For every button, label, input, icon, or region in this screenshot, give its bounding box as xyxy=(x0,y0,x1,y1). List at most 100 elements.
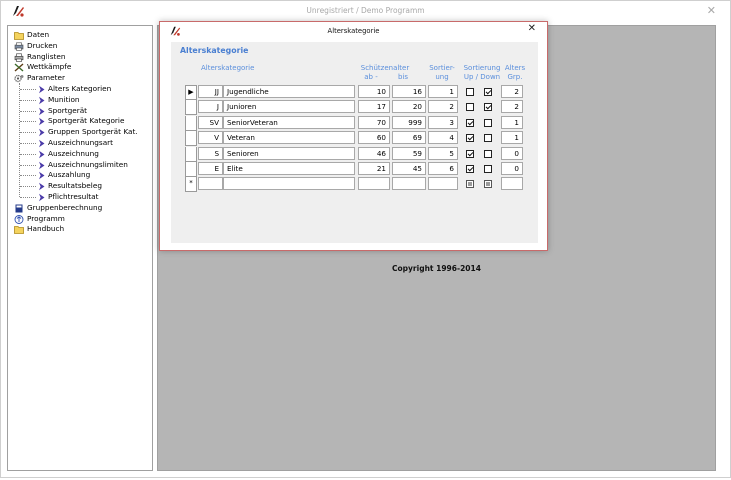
sort-down-checkbox[interactable] xyxy=(484,103,492,112)
name-field[interactable]: Elite xyxy=(223,162,355,175)
tree-item-auszeichnungslimiten[interactable]: Auszeichnungslimiten xyxy=(8,160,152,171)
age-to-field[interactable]: 59 xyxy=(392,146,426,160)
tree-item-label: Sportgerät Kategorie xyxy=(48,116,125,126)
age-group-field[interactable]: 1 xyxy=(501,131,523,145)
row-selector[interactable]: ▶ xyxy=(185,85,197,100)
tree-item-gruppenberechnung[interactable]: Gruppenberechnung xyxy=(8,203,152,214)
sort-order-field[interactable]: 6 xyxy=(428,162,458,175)
code-field[interactable]: S xyxy=(198,146,223,160)
age-from-field[interactable]: 10 xyxy=(358,85,390,98)
age-from-field[interactable]: 60 xyxy=(358,131,390,145)
age-group-field[interactable]: 2 xyxy=(501,85,523,98)
header-bis: bis xyxy=(397,73,409,81)
tree-item-resultatsbeleg[interactable]: Resultatsbeleg xyxy=(8,181,152,192)
name-field[interactable]: Junioren xyxy=(223,100,355,114)
age-to-field[interactable] xyxy=(392,177,426,191)
age-to-field[interactable]: 999 xyxy=(392,115,426,129)
name-field[interactable]: Jugendliche xyxy=(223,85,355,98)
row-selector[interactable] xyxy=(185,162,197,177)
tree-item-sportgerät-kategorie[interactable]: Sportgerät Kategorie xyxy=(8,116,152,127)
age-to-field[interactable]: 16 xyxy=(392,85,426,98)
code-field[interactable]: J xyxy=(198,100,223,114)
sort-order-field[interactable]: 4 xyxy=(428,131,458,145)
tree-item-daten[interactable]: Daten xyxy=(8,30,152,41)
header-sortierung-line2: ung xyxy=(435,73,449,81)
age-from-field[interactable]: 21 xyxy=(358,162,390,175)
folder-icon xyxy=(14,225,24,235)
code-field[interactable] xyxy=(198,177,223,191)
name-field[interactable]: Senioren xyxy=(223,146,355,160)
age-group-field[interactable]: 2 xyxy=(501,100,523,114)
tree-item-drucken[interactable]: Drucken xyxy=(8,41,152,52)
tree-connector xyxy=(20,196,36,198)
age-to-field[interactable]: 45 xyxy=(392,162,426,175)
sort-up-checkbox[interactable] xyxy=(466,180,474,189)
arrow-icon xyxy=(37,117,47,126)
sort-order-field[interactable]: 2 xyxy=(428,100,458,114)
tree-item-handbuch[interactable]: Handbuch xyxy=(8,224,152,235)
tree-item-gruppen-sportgerät-kat[interactable]: Gruppen Sportgerät Kat. xyxy=(8,127,152,138)
tree-item-alters-kategorien[interactable]: Alters Kategorien xyxy=(8,84,152,95)
sort-up-checkbox[interactable] xyxy=(466,88,474,96)
header-updown: Sortierung xyxy=(463,64,501,72)
tree-item-sportgerät[interactable]: Sportgerät xyxy=(8,106,152,117)
code-field[interactable]: JJ xyxy=(198,85,223,98)
code-field[interactable]: E xyxy=(198,162,223,175)
tree-connector xyxy=(20,110,36,112)
name-field[interactable]: Veteran xyxy=(223,131,355,145)
sort-down-checkbox[interactable] xyxy=(484,134,492,143)
sort-down-checkbox[interactable] xyxy=(484,149,492,158)
sort-down-checkbox[interactable] xyxy=(484,88,492,96)
age-group-field[interactable]: 0 xyxy=(501,146,523,160)
window-title: Unregistriert / Demo Programm xyxy=(306,6,425,15)
tree-item-auszeichnung[interactable]: Auszeichnung xyxy=(8,149,152,160)
row-selector[interactable] xyxy=(185,131,197,147)
sort-order-field[interactable]: 1 xyxy=(428,85,458,98)
name-field[interactable]: SeniorVeteran xyxy=(223,115,355,129)
age-group-field[interactable]: 1 xyxy=(501,115,523,129)
code-field[interactable]: V xyxy=(198,131,223,145)
sort-order-field[interactable]: 3 xyxy=(428,115,458,129)
sort-down-checkbox[interactable] xyxy=(484,165,492,173)
sort-up-checkbox[interactable] xyxy=(466,134,474,143)
age-from-field[interactable]: 46 xyxy=(358,146,390,160)
printer-icon xyxy=(14,53,24,62)
crossed-rifles-icon xyxy=(14,63,24,72)
tree-item-auszeichnungsart[interactable]: Auszeichnungsart xyxy=(8,138,152,149)
tree-item-programm[interactable]: Programm xyxy=(8,214,152,225)
sort-up-checkbox[interactable] xyxy=(466,118,474,127)
row-selector[interactable] xyxy=(185,100,197,116)
sort-up-checkbox[interactable] xyxy=(466,103,474,112)
tree-item-label: Alters Kategorien xyxy=(48,83,112,93)
sort-down-checkbox[interactable] xyxy=(484,180,492,189)
tree-item-auszahlung[interactable]: Auszahlung xyxy=(8,170,152,181)
code-field[interactable]: SV xyxy=(198,115,223,129)
sort-up-checkbox[interactable] xyxy=(466,149,474,158)
window-close-button[interactable]: ✕ xyxy=(707,4,716,17)
tree-item-ranglisten[interactable]: Ranglisten xyxy=(8,52,152,63)
tree-item-label: Resultatsbeleg xyxy=(48,181,102,191)
age-from-field[interactable]: 70 xyxy=(358,115,390,129)
dialog-close-button[interactable]: ✕ xyxy=(528,23,536,34)
row-selector[interactable]: * xyxy=(185,177,197,193)
row-selector[interactable] xyxy=(185,115,197,131)
tree-item-pflichtresultat[interactable]: Pflichtresultat xyxy=(8,192,152,203)
age-group-field[interactable]: 0 xyxy=(501,162,523,175)
age-to-field[interactable]: 69 xyxy=(392,131,426,145)
row-selector[interactable] xyxy=(185,146,197,162)
age-from-field[interactable] xyxy=(358,177,390,191)
tree-item-wettkämpfe[interactable]: Wettkämpfe xyxy=(8,62,152,73)
book-icon xyxy=(14,204,24,213)
age-from-field[interactable]: 17 xyxy=(358,100,390,114)
sort-up-checkbox[interactable] xyxy=(466,165,474,173)
sort-down-checkbox[interactable] xyxy=(484,118,492,127)
sort-order-field[interactable]: 5 xyxy=(428,146,458,160)
name-field[interactable] xyxy=(223,177,355,191)
sort-order-field[interactable] xyxy=(428,177,458,191)
copyright-text: Copyright 1996-2014 xyxy=(392,264,481,273)
tree-item-munition[interactable]: Munition xyxy=(8,95,152,106)
tree-connector xyxy=(20,186,36,188)
tree-item-parameter[interactable]: Parameter xyxy=(8,73,152,84)
age-group-field[interactable] xyxy=(501,177,523,191)
age-to-field[interactable]: 20 xyxy=(392,100,426,114)
